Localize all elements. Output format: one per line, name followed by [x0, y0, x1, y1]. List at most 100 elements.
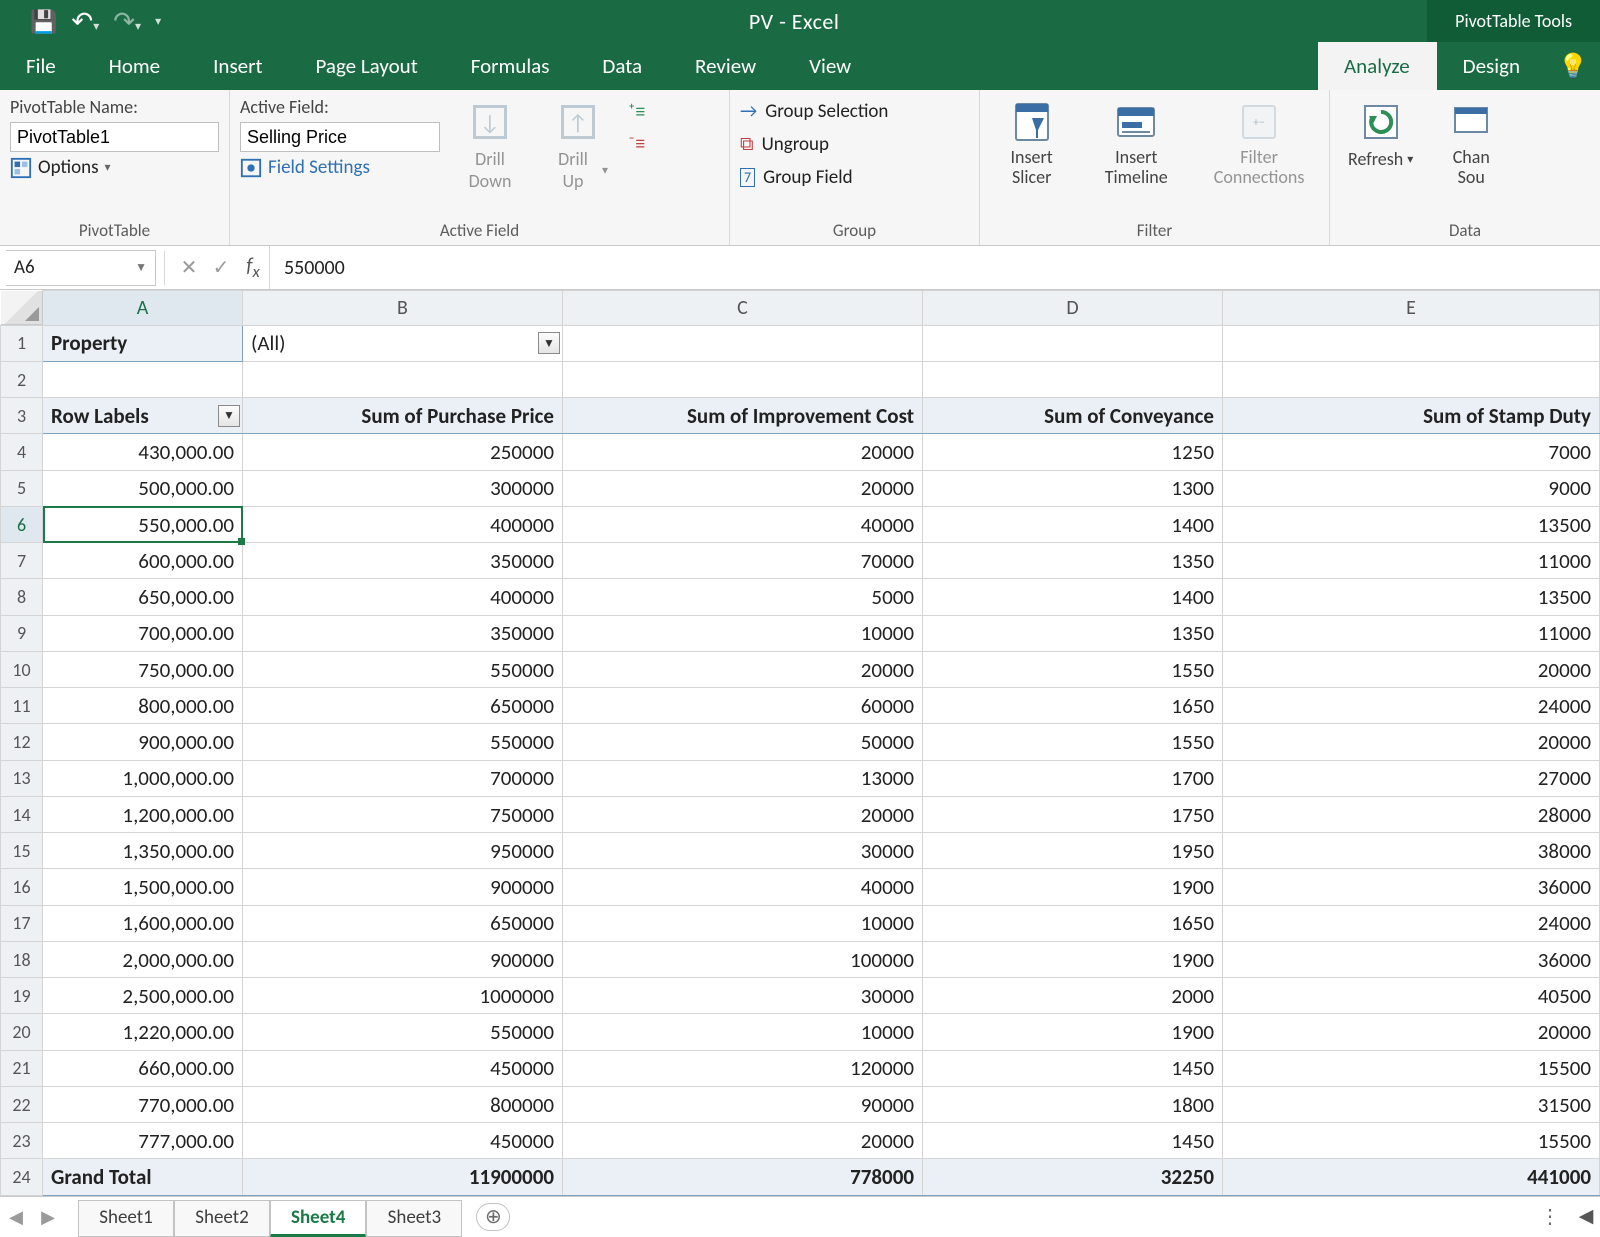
refresh-button[interactable]: Refresh▾ [1340, 96, 1421, 174]
cell[interactable]: 31500 [1223, 1086, 1600, 1122]
cell[interactable]: 660,000.00 [43, 1050, 243, 1086]
cell[interactable]: 1,200,000.00 [43, 796, 243, 832]
cell[interactable]: 1650 [923, 688, 1223, 724]
column-header[interactable]: C [563, 291, 923, 326]
cell[interactable]: 1250 [923, 434, 1223, 470]
row-header[interactable]: 23 [1, 1123, 43, 1159]
row-header[interactable]: 20 [1, 1014, 43, 1050]
row-header[interactable]: 2 [1, 361, 43, 397]
hscroll-left-icon[interactable]: ◀ [1572, 1205, 1600, 1228]
cell[interactable]: 900000 [243, 941, 563, 977]
cell[interactable]: 750,000.00 [43, 651, 243, 687]
active-field-input[interactable] [240, 122, 440, 152]
tab-analyze[interactable]: Analyze [1318, 42, 1437, 90]
qat-customize-icon[interactable]: ▾ [155, 14, 161, 29]
cell[interactable]: 1,000,000.00 [43, 760, 243, 796]
cell[interactable] [563, 325, 923, 361]
row-header[interactable]: 1 [1, 325, 43, 361]
cell[interactable] [1223, 325, 1600, 361]
cell[interactable]: 10000 [563, 1014, 923, 1050]
cell[interactable]: 2000 [923, 978, 1223, 1014]
cell[interactable]: 770,000.00 [43, 1086, 243, 1122]
cell[interactable]: 430,000.00 [43, 434, 243, 470]
cell[interactable] [1223, 361, 1600, 397]
cell[interactable]: 800,000.00 [43, 688, 243, 724]
sheet-tab-sheet1[interactable]: Sheet1 [78, 1200, 174, 1237]
cell[interactable]: 350000 [243, 615, 563, 651]
cell[interactable]: 900000 [243, 869, 563, 905]
collapse-field-button[interactable]: ⁻≡ [628, 132, 645, 156]
cell[interactable]: 32250 [923, 1159, 1223, 1196]
cell[interactable]: 11900000 [243, 1159, 563, 1196]
row-header[interactable]: 11 [1, 688, 43, 724]
cell[interactable]: 90000 [563, 1086, 923, 1122]
cell[interactable]: 50000 [563, 724, 923, 760]
cell[interactable]: 13500 [1223, 579, 1600, 615]
cell[interactable]: 700,000.00 [43, 615, 243, 651]
column-header[interactable]: E [1223, 291, 1600, 326]
cell[interactable]: 10000 [563, 905, 923, 941]
row-header[interactable]: 21 [1, 1050, 43, 1086]
sheet-nav-prev[interactable]: ◀ [0, 1206, 32, 1228]
cell[interactable]: 600,000.00 [43, 543, 243, 579]
cell[interactable]: 1900 [923, 941, 1223, 977]
sheet-tab-sheet3[interactable]: Sheet3 [366, 1200, 462, 1237]
cell[interactable]: 400000 [243, 506, 563, 542]
cell[interactable]: 38000 [1223, 833, 1600, 869]
cell[interactable]: 1900 [923, 869, 1223, 905]
cell[interactable]: 24000 [1223, 688, 1600, 724]
cell[interactable]: 1950 [923, 833, 1223, 869]
worksheet-grid[interactable]: ABCDE1Property(All)▼23Row Labels▼Sum of … [0, 290, 1600, 1196]
cell[interactable]: 100000 [563, 941, 923, 977]
cell[interactable]: 1750 [923, 796, 1223, 832]
cell[interactable]: 40500 [1223, 978, 1600, 1014]
cell[interactable]: Grand Total [43, 1159, 243, 1196]
row-header[interactable]: 13 [1, 760, 43, 796]
cell[interactable]: 1,220,000.00 [43, 1014, 243, 1050]
insert-function-button[interactable]: fx [237, 254, 269, 282]
filter-connections-button[interactable]: +− Filter Connections [1199, 96, 1319, 192]
cell[interactable]: 350000 [243, 543, 563, 579]
column-header[interactable]: A [43, 291, 243, 326]
ungroup-button[interactable]: ⧉Ungroup [740, 133, 829, 156]
group-selection-button[interactable]: →Group Selection [740, 100, 888, 123]
undo-button[interactable]: ▾ [71, 5, 99, 37]
cell[interactable]: 1400 [923, 506, 1223, 542]
cell[interactable]: 20000 [563, 434, 923, 470]
new-sheet-button[interactable]: ⊕ [476, 1203, 510, 1231]
cell[interactable]: Sum of Stamp Duty [1223, 398, 1600, 434]
cell[interactable]: Sum of Improvement Cost [563, 398, 923, 434]
cell[interactable]: 30000 [563, 833, 923, 869]
cell[interactable]: 1350 [923, 543, 1223, 579]
cell[interactable] [43, 361, 243, 397]
cell[interactable]: 20000 [563, 651, 923, 687]
tab-formulas[interactable]: Formulas [445, 42, 577, 90]
cell[interactable]: 450000 [243, 1123, 563, 1159]
cell[interactable]: 1,500,000.00 [43, 869, 243, 905]
enter-formula-button[interactable]: ✓ [205, 255, 237, 280]
formula-input[interactable]: 550000 [269, 246, 1600, 289]
cell[interactable]: 60000 [563, 688, 923, 724]
tab-view[interactable]: View [783, 42, 878, 90]
tab-home[interactable]: Home [83, 42, 187, 90]
cell[interactable]: 15500 [1223, 1123, 1600, 1159]
cell[interactable]: 1650 [923, 905, 1223, 941]
drill-down-button[interactable]: ↓ Drill Down [452, 96, 528, 196]
cell[interactable]: 1800 [923, 1086, 1223, 1122]
cell[interactable]: 550000 [243, 724, 563, 760]
cell[interactable]: 441000 [1223, 1159, 1600, 1196]
cell[interactable]: 20000 [563, 796, 923, 832]
row-header[interactable]: 7 [1, 543, 43, 579]
cell[interactable]: 650000 [243, 905, 563, 941]
group-field-button[interactable]: 7Group Field [740, 166, 853, 189]
cell[interactable]: 20000 [1223, 724, 1600, 760]
column-header[interactable]: B [243, 291, 563, 326]
cell[interactable] [923, 325, 1223, 361]
cell[interactable]: 30000 [563, 978, 923, 1014]
cell[interactable]: 40000 [563, 869, 923, 905]
cell[interactable]: 36000 [1223, 941, 1600, 977]
cell[interactable]: 1700 [923, 760, 1223, 796]
cell[interactable]: 1550 [923, 651, 1223, 687]
row-header[interactable]: 15 [1, 833, 43, 869]
cell[interactable]: 550000 [243, 1014, 563, 1050]
